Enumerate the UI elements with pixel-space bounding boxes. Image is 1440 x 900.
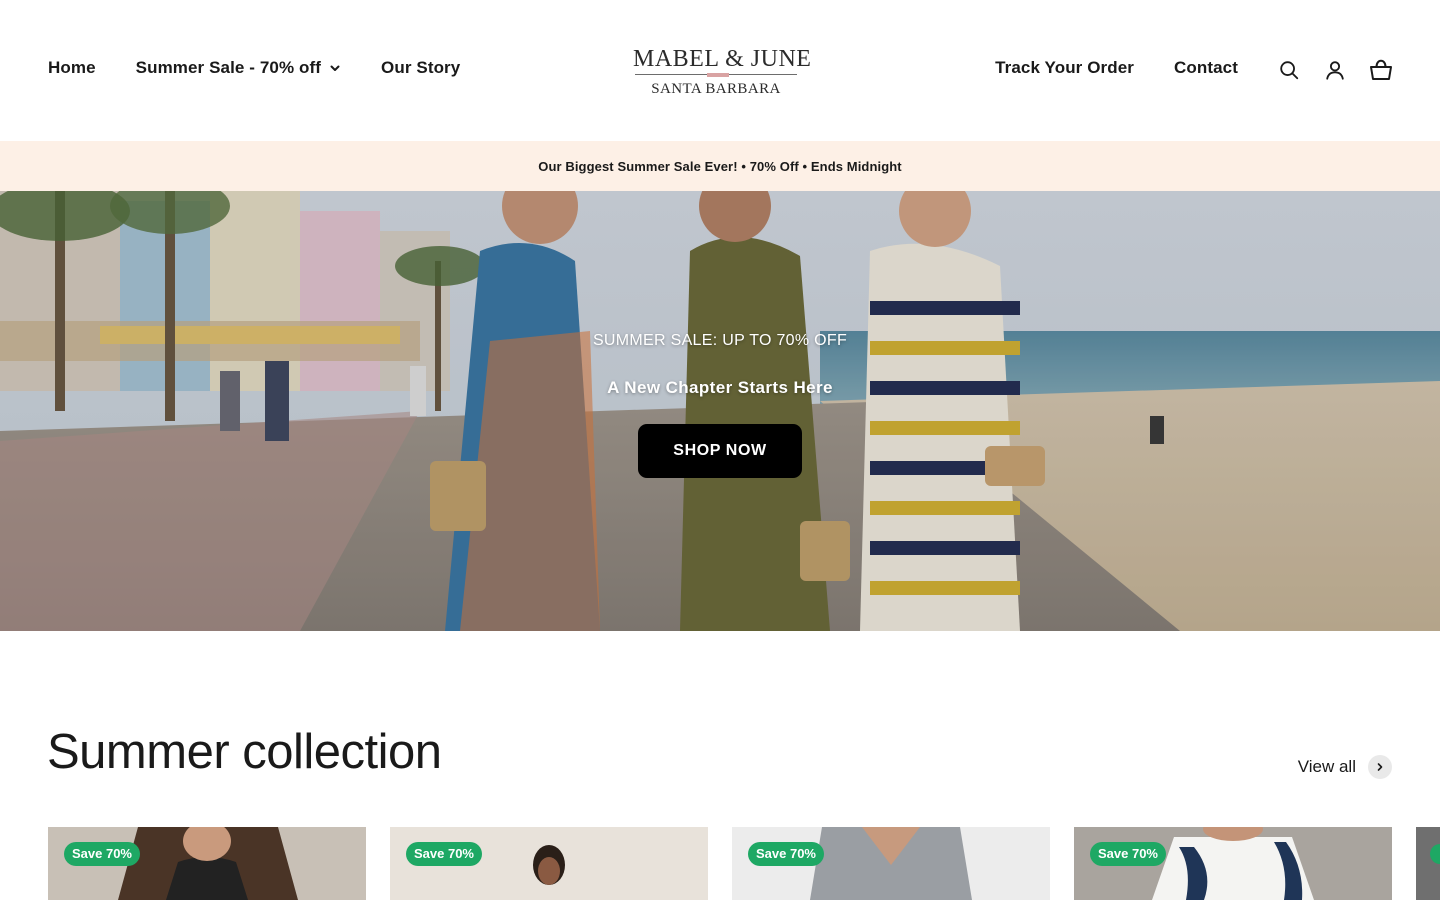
nav-summer-sale-link[interactable]: Summer Sale - 70% off (136, 58, 341, 78)
nav-contact-label: Contact (1174, 58, 1238, 77)
discount-badge: Save 70% (406, 842, 482, 866)
product-card[interactable]: Save 70% (48, 827, 366, 900)
discount-badge: Save 70% (1090, 842, 1166, 866)
nav-our-story-link[interactable]: Our Story (381, 58, 460, 78)
hero-title: A New Chapter Starts Here (607, 378, 833, 397)
brand-logo[interactable]: MABEL & JUNE SANTA BARBARA (633, 46, 812, 100)
secondary-nav: Track Your Order Contact (995, 58, 1238, 78)
account-icon[interactable] (1323, 58, 1347, 82)
nav-our-story-label: Our Story (381, 58, 461, 77)
view-all-label: View all (1297, 757, 1356, 776)
chevron-down-icon (330, 65, 340, 71)
collection-title: Summer collection (47, 725, 442, 779)
nav-home-link[interactable]: Home (48, 58, 96, 78)
discount-badge: Save 70% (748, 842, 824, 866)
view-all-link[interactable]: View all (1298, 755, 1392, 779)
product-image (1416, 827, 1440, 900)
announcement-bar: Our Biggest Summer Sale Ever! • 70% Off … (0, 141, 1440, 191)
chevron-right-icon (1368, 755, 1392, 779)
product-card[interactable]: Save 70% (732, 827, 1050, 900)
nav-summer-sale-label: Summer Sale - 70% off (135, 58, 322, 77)
announcement-text: Our Biggest Summer Sale Ever! • 70% Off … (538, 158, 902, 174)
nav-track-order-link[interactable]: Track Your Order (995, 58, 1134, 78)
hero-banner[interactable]: SUMMER SALE: UP TO 70% OFF A New Chapter… (0, 191, 1440, 631)
primary-nav: Home Summer Sale - 70% off Our Story (48, 58, 460, 78)
logo-wordmark: MABEL & JUNE (633, 46, 812, 72)
search-icon[interactable] (1277, 58, 1301, 82)
cart-icon[interactable] (1369, 58, 1393, 82)
header-icons (1277, 58, 1393, 82)
nav-contact-link[interactable]: Contact (1174, 58, 1238, 78)
hero-eyebrow: SUMMER SALE: UP TO 70% OFF (592, 332, 848, 349)
product-carousel: Save 70% Save 70% Save 70% Save 70% (48, 827, 1440, 900)
nav-home-label: Home (48, 58, 96, 77)
site-header: Home Summer Sale - 70% off Our Story MAB… (0, 0, 1440, 141)
product-card[interactable]: Save 70% (1074, 827, 1392, 900)
product-card[interactable] (1416, 827, 1440, 900)
shop-now-button[interactable]: SHOP NOW (638, 424, 802, 478)
logo-divider (635, 73, 797, 80)
logo-location: SANTA BARBARA (651, 81, 781, 97)
nav-track-order-label: Track Your Order (995, 58, 1135, 77)
discount-badge: Save 70% (64, 842, 140, 866)
product-card[interactable]: Save 70% (390, 827, 708, 900)
hero-content: SUMMER SALE: UP TO 70% OFF A New Chapter… (0, 332, 1440, 478)
